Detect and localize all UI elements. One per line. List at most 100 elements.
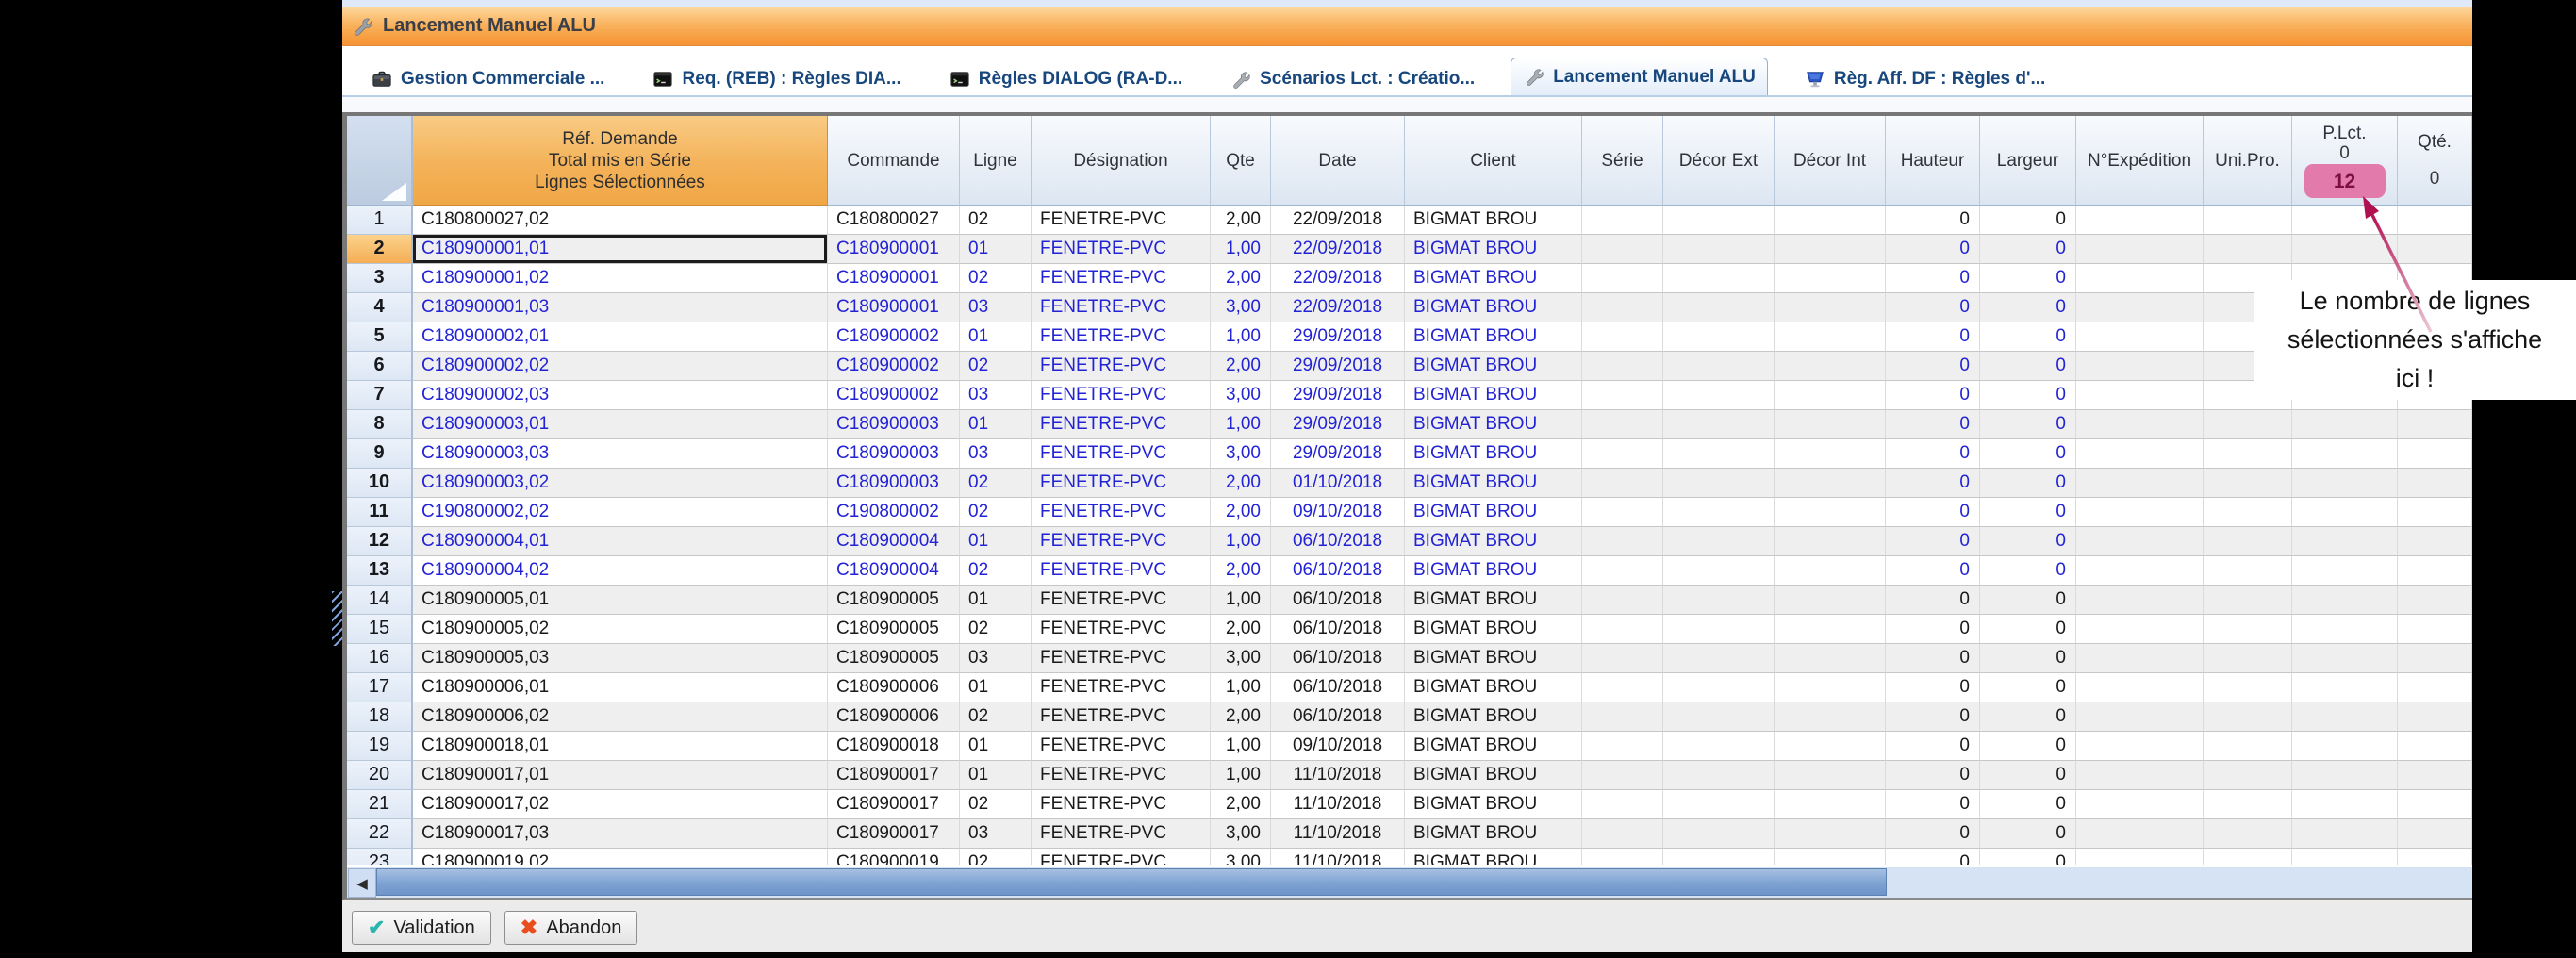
row-number-cell[interactable]: 17 bbox=[347, 673, 413, 702]
serie-cell[interactable] bbox=[1582, 498, 1663, 527]
column-header-p_lct[interactable]: P.Lct.012 bbox=[2292, 116, 2398, 206]
n_expedition-cell[interactable] bbox=[2076, 761, 2204, 790]
n_expedition-cell[interactable] bbox=[2076, 527, 2204, 556]
serie-cell[interactable] bbox=[1582, 615, 1663, 644]
hauteur-cell[interactable]: 0 bbox=[1886, 644, 1980, 673]
ligne-cell[interactable]: 01 bbox=[960, 586, 1032, 615]
commande-cell[interactable]: C180900003 bbox=[828, 439, 960, 469]
date-cell[interactable]: 29/09/2018 bbox=[1271, 352, 1405, 381]
ligne-cell[interactable]: 01 bbox=[960, 761, 1032, 790]
ligne-cell[interactable]: 02 bbox=[960, 206, 1032, 235]
client-cell[interactable]: BIGMAT BROU bbox=[1405, 352, 1582, 381]
ligne-cell[interactable]: 02 bbox=[960, 615, 1032, 644]
p_lct-cell[interactable] bbox=[2292, 410, 2398, 439]
decor_ext-cell[interactable] bbox=[1663, 615, 1775, 644]
designation-cell[interactable]: FENETRE-PVC bbox=[1032, 469, 1211, 498]
p_lct-cell[interactable] bbox=[2292, 469, 2398, 498]
client-cell[interactable]: BIGMAT BROU bbox=[1405, 644, 1582, 673]
qte-cell[interactable]: 1,00 bbox=[1211, 673, 1271, 702]
column-header-ref[interactable]: Réf. Demande Total mis en Série Lignes S… bbox=[413, 116, 828, 206]
designation-cell[interactable]: FENETRE-PVC bbox=[1032, 410, 1211, 439]
designation-cell[interactable]: FENETRE-PVC bbox=[1032, 235, 1211, 264]
ligne-cell[interactable]: 01 bbox=[960, 673, 1032, 702]
n_expedition-cell[interactable] bbox=[2076, 235, 2204, 264]
ref-cell[interactable]: C180900017,02 bbox=[413, 790, 828, 819]
hauteur-cell[interactable]: 0 bbox=[1886, 381, 1980, 410]
largeur-cell[interactable]: 0 bbox=[1980, 673, 2076, 702]
qte_lct-cell[interactable] bbox=[2398, 761, 2472, 790]
row-number-cell[interactable]: 22 bbox=[347, 819, 413, 849]
commande-cell[interactable]: C180900004 bbox=[828, 527, 960, 556]
decor_ext-cell[interactable] bbox=[1663, 586, 1775, 615]
decor_ext-cell[interactable] bbox=[1663, 439, 1775, 469]
commande-cell[interactable]: C180900018 bbox=[828, 732, 960, 761]
largeur-cell[interactable]: 0 bbox=[1980, 439, 2076, 469]
n_expedition-cell[interactable] bbox=[2076, 615, 2204, 644]
serie-cell[interactable] bbox=[1582, 352, 1663, 381]
n_expedition-cell[interactable] bbox=[2076, 586, 2204, 615]
tab-lancement-manuel-alu[interactable]: Lancement Manuel ALU bbox=[1511, 58, 1768, 95]
p_lct-cell[interactable] bbox=[2292, 732, 2398, 761]
decor_int-cell[interactable] bbox=[1775, 849, 1886, 865]
decor_ext-cell[interactable] bbox=[1663, 322, 1775, 352]
decor_int-cell[interactable] bbox=[1775, 293, 1886, 322]
row-number-cell[interactable]: 21 bbox=[347, 790, 413, 819]
serie-cell[interactable] bbox=[1582, 702, 1663, 732]
largeur-cell[interactable]: 0 bbox=[1980, 586, 2076, 615]
ligne-cell[interactable]: 02 bbox=[960, 352, 1032, 381]
row-number-cell[interactable]: 10 bbox=[347, 469, 413, 498]
uni_pro-cell[interactable] bbox=[2204, 527, 2292, 556]
qte_lct-cell[interactable] bbox=[2398, 556, 2472, 586]
qte-cell[interactable]: 3,00 bbox=[1211, 381, 1271, 410]
client-cell[interactable]: BIGMAT BROU bbox=[1405, 732, 1582, 761]
qte-cell[interactable]: 1,00 bbox=[1211, 322, 1271, 352]
ref-cell[interactable]: C180900003,01 bbox=[413, 410, 828, 439]
ref-cell[interactable]: C180800027,02 bbox=[413, 206, 828, 235]
commande-cell[interactable]: C180900017 bbox=[828, 819, 960, 849]
horizontal-scrollbar[interactable]: ◀ bbox=[347, 867, 2472, 898]
designation-cell[interactable]: FENETRE-PVC bbox=[1032, 702, 1211, 732]
row-number-cell[interactable]: 6 bbox=[347, 352, 413, 381]
client-cell[interactable]: BIGMAT BROU bbox=[1405, 206, 1582, 235]
qte-cell[interactable]: 3,00 bbox=[1211, 849, 1271, 865]
designation-cell[interactable]: FENETRE-PVC bbox=[1032, 644, 1211, 673]
commande-cell[interactable]: C180900001 bbox=[828, 235, 960, 264]
column-header-date[interactable]: Date bbox=[1271, 116, 1405, 206]
hauteur-cell[interactable]: 0 bbox=[1886, 206, 1980, 235]
date-cell[interactable]: 06/10/2018 bbox=[1271, 586, 1405, 615]
qte_lct-cell[interactable] bbox=[2398, 586, 2472, 615]
decor_int-cell[interactable] bbox=[1775, 264, 1886, 293]
qte_lct-cell[interactable] bbox=[2398, 439, 2472, 469]
decor_ext-cell[interactable] bbox=[1663, 352, 1775, 381]
date-cell[interactable]: 29/09/2018 bbox=[1271, 381, 1405, 410]
qte-cell[interactable]: 2,00 bbox=[1211, 615, 1271, 644]
n_expedition-cell[interactable] bbox=[2076, 498, 2204, 527]
n_expedition-cell[interactable] bbox=[2076, 732, 2204, 761]
designation-cell[interactable]: FENETRE-PVC bbox=[1032, 586, 1211, 615]
client-cell[interactable]: BIGMAT BROU bbox=[1405, 381, 1582, 410]
serie-cell[interactable] bbox=[1582, 381, 1663, 410]
qte-cell[interactable]: 2,00 bbox=[1211, 498, 1271, 527]
commande-cell[interactable]: C180900005 bbox=[828, 615, 960, 644]
uni_pro-cell[interactable] bbox=[2204, 410, 2292, 439]
uni_pro-cell[interactable] bbox=[2204, 439, 2292, 469]
largeur-cell[interactable]: 0 bbox=[1980, 527, 2076, 556]
uni_pro-cell[interactable] bbox=[2204, 644, 2292, 673]
uni_pro-cell[interactable] bbox=[2204, 235, 2292, 264]
decor_ext-cell[interactable] bbox=[1663, 410, 1775, 439]
date-cell[interactable]: 29/09/2018 bbox=[1271, 322, 1405, 352]
date-cell[interactable]: 29/09/2018 bbox=[1271, 410, 1405, 439]
decor_int-cell[interactable] bbox=[1775, 206, 1886, 235]
qte_lct-cell[interactable] bbox=[2398, 469, 2472, 498]
qte_lct-cell[interactable] bbox=[2398, 849, 2472, 865]
hauteur-cell[interactable]: 0 bbox=[1886, 322, 1980, 352]
serie-cell[interactable] bbox=[1582, 235, 1663, 264]
decor_int-cell[interactable] bbox=[1775, 702, 1886, 732]
uni_pro-cell[interactable] bbox=[2204, 615, 2292, 644]
ligne-cell[interactable]: 02 bbox=[960, 790, 1032, 819]
commande-cell[interactable]: C190800002 bbox=[828, 498, 960, 527]
qte-cell[interactable]: 1,00 bbox=[1211, 732, 1271, 761]
client-cell[interactable]: BIGMAT BROU bbox=[1405, 586, 1582, 615]
largeur-cell[interactable]: 0 bbox=[1980, 293, 2076, 322]
n_expedition-cell[interactable] bbox=[2076, 702, 2204, 732]
